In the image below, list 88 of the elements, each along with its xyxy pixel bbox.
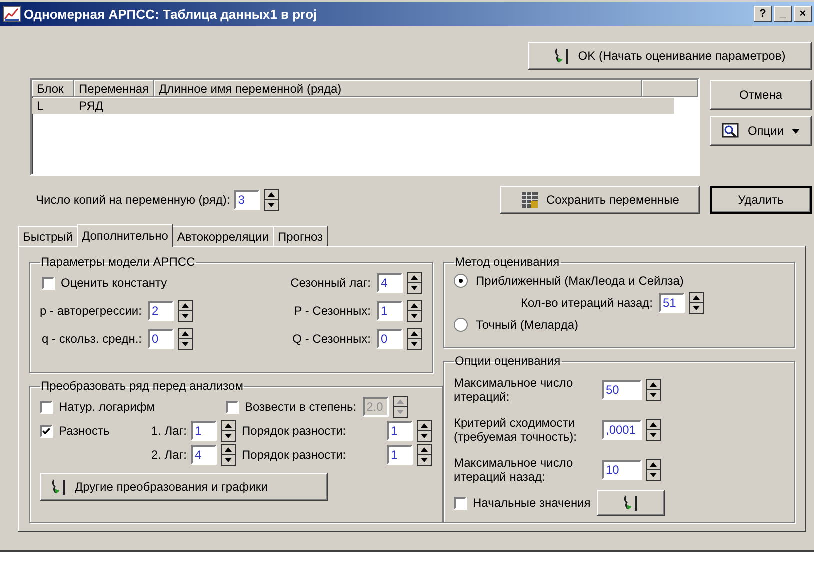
delete-button[interactable]: Удалить [710, 186, 812, 214]
number-field[interactable]: 4 [377, 273, 403, 293]
table-cell-text: РЯД [78, 98, 105, 114]
number-field[interactable]: 50 [602, 380, 642, 400]
caret-icon [792, 128, 800, 134]
cancel-button[interactable]: Отмена [710, 80, 812, 110]
field-label: Кол-во итераций назад: [520, 296, 653, 310]
spin-button[interactable] [407, 272, 422, 294]
radio-label: Приближенный (МакЛеода и Сейлза) [476, 274, 684, 288]
group-title: Опции оценивания [454, 354, 562, 368]
magnifier-icon [722, 123, 740, 139]
checkbox-label: Разность [59, 424, 110, 438]
ok-button[interactable]: OK (Начать оценивание параметров) [528, 42, 812, 70]
title-bar-button[interactable]: ? [754, 6, 772, 22]
radio-button[interactable] [454, 274, 468, 288]
order-label: Порядок разности: [242, 424, 348, 438]
run-icon [622, 494, 639, 512]
checkbox[interactable] [454, 496, 467, 510]
spin-button[interactable] [417, 420, 432, 442]
window-title: Одномерная АРПСС: Таблица данных1 в proj [24, 6, 318, 22]
spin-button[interactable] [646, 419, 661, 441]
number-field[interactable]: 0 [148, 329, 174, 349]
field-label: Сезонный лаг: [290, 276, 371, 290]
checkbox[interactable] [42, 276, 55, 290]
checkbox-label: Возвести в степень: [245, 400, 357, 414]
column-header[interactable]: Длинное имя переменной (ряда) [154, 80, 642, 97]
chart-icon [3, 6, 21, 22]
checkbox[interactable] [40, 424, 53, 438]
spin-button[interactable] [221, 420, 236, 442]
field-label: Критерий сходимости (требуемая точность): [454, 416, 578, 444]
grid-icon [520, 191, 539, 209]
field-label: Максимальное число итераций: [454, 376, 574, 404]
number-field[interactable]: ,0001 [602, 420, 642, 440]
spin-button[interactable] [417, 444, 432, 466]
title-bar-button[interactable]: × [794, 6, 812, 22]
group-title: Преобразовать ряд перед анализом [40, 379, 244, 393]
save-variables-button[interactable]: Сохранить переменные [500, 186, 700, 214]
lag-label: 2. Лаг: [151, 448, 187, 462]
spin-button[interactable] [689, 292, 704, 314]
number-field[interactable]: 51 [659, 293, 685, 313]
number-field[interactable]: 4 [191, 445, 217, 465]
spin-button[interactable] [646, 459, 661, 481]
order-label: Порядок разности: [242, 448, 348, 462]
field-label: p - авторегрессии: [40, 304, 142, 318]
spin-button[interactable] [407, 328, 422, 350]
number-field[interactable]: 1 [387, 421, 413, 441]
spin-button[interactable] [264, 189, 280, 211]
copies-label: Число копий на переменную (ряд): [36, 193, 230, 207]
spin-button[interactable] [178, 300, 193, 322]
spin-button[interactable] [178, 328, 193, 350]
field-label: q - скольз. средн.: [42, 332, 142, 346]
number-field[interactable]: 1 [191, 421, 217, 441]
field-label: P - Сезонных: [294, 304, 371, 318]
field-label: Максимальное число итераций назад: [454, 456, 574, 484]
checkbox-label: Натур. логарифм [59, 400, 156, 414]
transformations-button[interactable]: Другие преобразования и графики [40, 473, 328, 501]
column-header[interactable]: Переменная [74, 80, 154, 97]
title-bar-button[interactable]: _ [774, 6, 792, 22]
radio-button[interactable] [454, 318, 468, 332]
number-field[interactable]: 1 [387, 445, 413, 465]
group-title: Параметры модели АРПСС [40, 255, 196, 269]
initial-values-button[interactable] [596, 490, 665, 516]
number-field[interactable]: 10 [602, 460, 642, 480]
number-field[interactable]: 0 [377, 329, 403, 349]
table-cell-text: L [36, 98, 45, 114]
checkbox-label: Начальные значения [473, 496, 591, 510]
tab[interactable]: Прогноз [273, 226, 328, 246]
number-field[interactable]: 2 [148, 301, 174, 321]
run-icon [51, 478, 67, 496]
tab[interactable]: Быстрый [18, 226, 78, 246]
column-header[interactable]: Блок [32, 80, 74, 97]
radio-label: Точный (Меларда) [476, 318, 578, 332]
group-title: Метод оценивания [454, 255, 561, 269]
number-field[interactable]: 3 [234, 190, 260, 210]
spin-button[interactable] [407, 300, 422, 322]
tab[interactable]: Автокорреляции [172, 226, 274, 246]
field-label: Q - Сезонных: [292, 332, 371, 346]
run-icon [554, 47, 570, 65]
lag-label: 1. Лаг: [151, 424, 187, 438]
checkbox-label: Оценить константу [61, 276, 168, 290]
list-row[interactable]: L РЯД [32, 98, 674, 114]
spin-button[interactable] [221, 444, 236, 466]
spin-button[interactable] [646, 379, 661, 401]
options-button[interactable]: Опции [710, 116, 812, 146]
spin-button[interactable] [392, 396, 408, 418]
tab[interactable]: Дополнительно [77, 224, 174, 247]
checkbox[interactable] [40, 400, 53, 414]
number-field[interactable]: 1 [377, 301, 403, 321]
